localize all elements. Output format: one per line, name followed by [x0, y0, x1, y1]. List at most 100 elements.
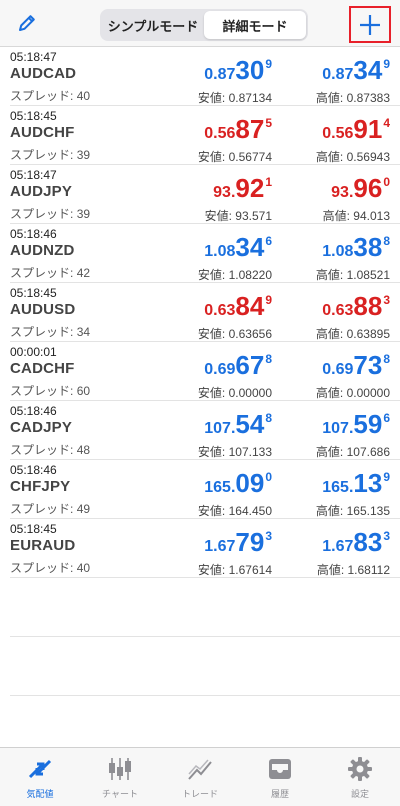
tab-trade-label: トレード: [181, 789, 218, 799]
quote-row[interactable]: 05:18:46 CHFJPY スプレッド: 49 165.090 165.139 安値:…: [10, 460, 400, 519]
symbol-name: AUDJPY: [10, 183, 73, 200]
high-price: 高値: 0.56943: [316, 148, 390, 165]
high-price-label: 高値:: [315, 150, 344, 164]
low-price-value: 1.67614: [228, 563, 272, 577]
ask-price-pre: 165.: [322, 479, 354, 496]
ask-price[interactable]: 1.67833: [322, 529, 390, 555]
symbol-name: CHFJPY: [10, 478, 71, 495]
high-price-value: 1.68112: [347, 563, 391, 577]
ask-price-big: 83: [353, 527, 383, 557]
bid-price[interactable]: 0.69678: [204, 352, 272, 378]
quote-row[interactable]: 05:18:46 CADJPY スプレッド: 48 107.548 107.596 安値:…: [10, 401, 400, 460]
tab-history[interactable]: 履歴: [240, 748, 320, 806]
ask-price-pre: 0.63: [322, 302, 354, 319]
low-price-label: 安値:: [197, 504, 226, 518]
ask-price[interactable]: 0.69738: [322, 352, 390, 378]
bid-price[interactable]: 1.67793: [204, 529, 272, 555]
tab-history-label: 履歴: [270, 789, 289, 799]
symbol-name: AUDCHF: [10, 124, 75, 141]
segment-detail-mode[interactable]: 詳細モード: [204, 11, 306, 39]
low-price: 安値: 1.67614: [198, 561, 272, 578]
ask-price[interactable]: 1.08388: [322, 234, 390, 260]
low-price: 安値: 1.08220: [198, 266, 272, 283]
spread-number: 48: [76, 443, 91, 457]
quote-row[interactable]: 05:18:45 AUDCHF スプレッド: 39 0.56875 0.56914 安値:…: [10, 106, 400, 165]
quote-row[interactable]: 05:18:45 AUDUSD スプレッド: 34 0.63849 0.63883 安値:…: [10, 283, 400, 342]
low-price-label: 安値:: [197, 563, 226, 577]
bid-price-pre: 1.08: [204, 243, 236, 260]
candlestick-chart-icon: [109, 758, 131, 780]
symbol-name: AUDNZD: [10, 242, 75, 259]
low-price-value: 0.87134: [228, 91, 272, 105]
spread-number: 39: [76, 207, 91, 221]
ask-price[interactable]: 0.63883: [322, 293, 390, 319]
ask-price-big: 34: [353, 55, 383, 85]
bid-price[interactable]: 0.63849: [204, 293, 272, 319]
low-price: 安値: 0.87134: [198, 89, 272, 106]
spread-label: スプレッド:: [10, 266, 74, 280]
ask-price[interactable]: 93.960: [331, 175, 390, 201]
symbol-name: CADCHF: [10, 360, 75, 377]
spread-number: 40: [76, 89, 91, 103]
high-price: 高値: 0.63895: [316, 325, 390, 342]
bid-price[interactable]: 1.08346: [204, 234, 272, 260]
tab-trade[interactable]: トレード: [160, 748, 240, 806]
low-price-value: 0.63656: [228, 327, 272, 341]
high-price-value: 0.00000: [346, 386, 390, 400]
edit-button[interactable]: [14, 10, 40, 36]
tab-quotes[interactable]: 気配値: [0, 748, 80, 806]
spread-value: スプレッド: 40: [10, 559, 90, 576]
bid-price[interactable]: 0.56875: [204, 116, 272, 142]
bid-price-big: 54: [235, 409, 265, 439]
bid-price[interactable]: 107.548: [204, 411, 272, 437]
high-price: 高値: 0.00000: [316, 384, 390, 401]
tab-chart[interactable]: チャート: [80, 748, 160, 806]
bid-price-sup: 5: [265, 116, 272, 130]
low-price-label: 安値:: [197, 91, 226, 105]
bid-price-sup: 6: [265, 234, 272, 248]
symbol-name: AUDUSD: [10, 301, 76, 318]
symbol-name: CADJPY: [10, 419, 73, 436]
empty-list-row: [10, 637, 400, 696]
ask-price-sup: 4: [383, 116, 390, 130]
ask-price[interactable]: 165.139: [322, 470, 390, 496]
tab-quotes-label: 気配値: [26, 789, 54, 799]
bid-price[interactable]: 93.921: [213, 175, 272, 201]
high-price-label: 高値:: [315, 445, 344, 459]
high-price-label: 高値:: [315, 268, 344, 282]
quote-time: 05:18:46: [10, 404, 57, 418]
add-symbol-button[interactable]: [349, 6, 391, 43]
low-price: 安値: 0.56774: [198, 148, 272, 165]
low-price: 安値: 0.63656: [198, 325, 272, 342]
bid-price-big: 34: [235, 232, 265, 262]
bid-price-big: 92: [235, 173, 265, 203]
high-price-label: 高値:: [322, 209, 350, 223]
high-price: 高値: 107.686: [316, 443, 390, 460]
low-price-value: 93.571: [235, 209, 272, 223]
tab-settings[interactable]: 設定: [320, 748, 400, 806]
ask-price[interactable]: 0.87349: [322, 57, 390, 83]
low-price-value: 164.450: [228, 504, 272, 518]
spread-label: スプレッド:: [10, 502, 74, 516]
quote-row[interactable]: 05:18:45 EURAUD スプレッド: 40 1.67793 1.67833 安値:…: [10, 519, 400, 578]
high-price: 高値: 1.08521: [316, 266, 390, 283]
bid-price[interactable]: 0.87309: [204, 57, 272, 83]
ask-price[interactable]: 0.56914: [322, 116, 390, 142]
low-price-value: 0.56774: [228, 150, 272, 164]
low-price-value: 0.00000: [228, 386, 272, 400]
ask-price[interactable]: 107.596: [322, 411, 390, 437]
quote-row[interactable]: 05:18:46 AUDNZD スプレッド: 42 1.08346 1.08388 安値:…: [10, 224, 400, 283]
spread-label: スプレッド:: [10, 384, 74, 398]
bid-price[interactable]: 165.090: [204, 470, 272, 496]
plus-icon: [360, 14, 380, 35]
low-price-label: 安値:: [197, 268, 226, 282]
quote-row[interactable]: 00:00:01 CADCHF スプレッド: 60 0.69678 0.69738 安値:…: [10, 342, 400, 401]
ask-price-big: 73: [353, 350, 383, 380]
quote-row[interactable]: 05:18:47 AUDJPY スプレッド: 39 93.921 93.960 安値: 9…: [10, 165, 400, 224]
high-price-label: 高値:: [316, 563, 345, 577]
spread-label: スプレッド:: [10, 443, 74, 457]
quote-row[interactable]: 05:18:47 AUDCAD スプレッド: 40 0.87309 0.87349 安値:…: [10, 47, 400, 106]
segment-simple-mode[interactable]: シンプルモード: [102, 11, 204, 39]
empty-list-row: [10, 578, 400, 637]
top-bar: シンプルモード 詳細モード: [0, 0, 400, 47]
